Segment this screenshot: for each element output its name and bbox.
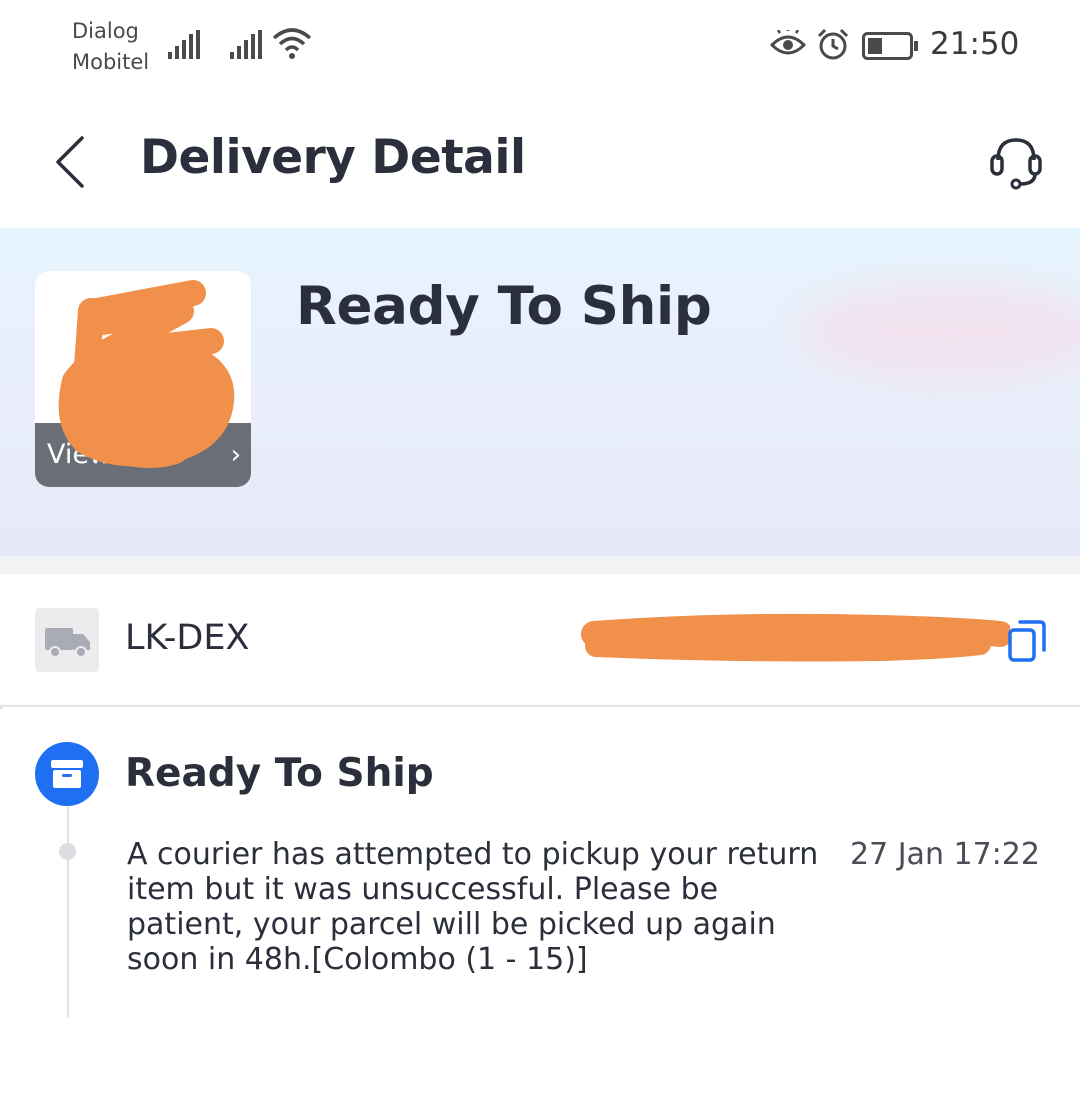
hero-status-title: Ready To Ship (296, 276, 712, 337)
timeline-event-title: Ready To Ship (125, 751, 434, 796)
chevron-left-icon (56, 136, 84, 188)
timeline-dot (59, 843, 76, 860)
copy-tracking-button[interactable] (1006, 618, 1048, 664)
signal-icon (168, 30, 200, 59)
courier-name: LK-DEX (125, 618, 250, 658)
status-hero: View › Ready To Ship (0, 228, 1080, 556)
order-thumbnail[interactable]: View › (35, 271, 251, 487)
timeline-status-badge (35, 742, 99, 806)
section-divider (0, 556, 1080, 574)
status-bar: Dialog Mobitel 21:50 (0, 0, 1080, 100)
alarm-icon (817, 28, 849, 60)
customer-support-button[interactable] (986, 132, 1046, 192)
clock: 21:50 (930, 26, 1020, 62)
delivery-timeline: Ready To Ship A courier has attempted to… (0, 709, 1080, 1115)
headset-icon (990, 138, 1042, 190)
redaction-scribble (58, 280, 235, 468)
carrier-2: Mobitel (72, 50, 150, 74)
carrier-1: Dialog (72, 19, 139, 43)
hero-decoration (800, 283, 1080, 378)
box-icon (51, 760, 83, 788)
copy-icon (1008, 620, 1046, 662)
back-button[interactable] (48, 132, 92, 192)
truck-icon (45, 628, 90, 658)
timeline-event-description: A courier has attempted to pickup your r… (127, 837, 819, 977)
app-header: Delivery Detail (0, 100, 1080, 228)
courier-row: LK-DEX (0, 574, 1080, 707)
battery-icon (862, 32, 918, 60)
carrier-names: Dialog Mobitel (72, 16, 149, 78)
wifi-icon (272, 28, 312, 59)
truck-icon-box (35, 608, 99, 672)
signal-icon (230, 30, 262, 59)
tracking-number-redacted (581, 613, 1010, 662)
timeline-event-time: 27 Jan 17:22 (850, 837, 1040, 872)
page-title: Delivery Detail (140, 130, 526, 185)
eye-comfort-icon (770, 30, 806, 55)
timeline-line (67, 805, 69, 1017)
